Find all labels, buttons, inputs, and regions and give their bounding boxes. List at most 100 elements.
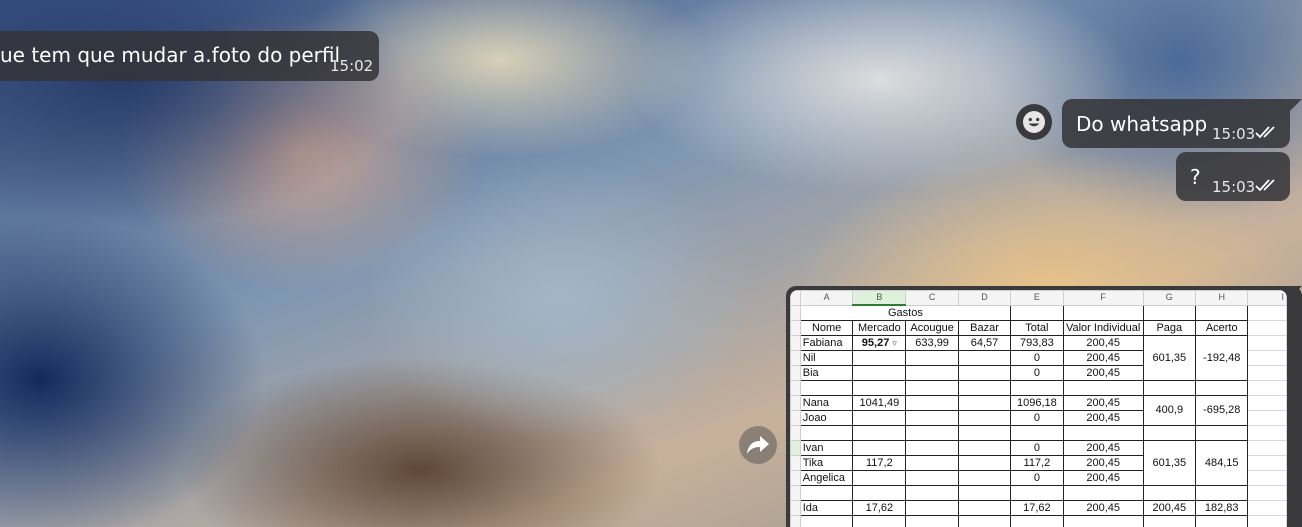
column-header[interactable]: C: [905, 290, 959, 306]
header-cell: Nome: [799, 320, 854, 336]
row-number: [790, 395, 801, 411]
name-cell: Angelica: [799, 470, 854, 486]
column-header[interactable]: A: [799, 290, 854, 306]
row-number: [790, 320, 801, 336]
mercado-value: 95,27: [861, 336, 890, 349]
acerto-cell: -192,48: [1194, 335, 1249, 381]
total-cell: 0: [1010, 350, 1064, 366]
double-check-icon: [1255, 126, 1275, 139]
header-cell: Acerto: [1194, 320, 1249, 336]
name-cell: Nana: [799, 395, 854, 411]
total-cell: 1096,18: [1010, 395, 1064, 411]
name-cell: Nil: [799, 350, 854, 366]
table-row: [790, 380, 1287, 396]
paga-cell: 601,35: [1142, 335, 1196, 381]
incoming-message-bubble[interactable]: ue tem que mudar a.foto do perfil 15:02: [0, 31, 379, 81]
table-row: [790, 515, 1287, 527]
message-time: 15:02: [330, 57, 374, 75]
column-header[interactable]: G: [1142, 290, 1196, 306]
total-cell: 0: [1010, 365, 1064, 381]
header-cell: Total: [1010, 320, 1064, 336]
header-cell: Paga: [1142, 320, 1196, 336]
row-number: [790, 440, 801, 456]
valor-cell: 200,45: [1062, 500, 1144, 516]
name-cell: Tika: [799, 455, 854, 471]
row-number: [790, 500, 801, 516]
row-number: [790, 304, 801, 321]
header-cell: Bazar: [957, 320, 1012, 336]
column-header[interactable]: B: [852, 290, 907, 306]
header-cell: Valor Individual: [1062, 320, 1144, 336]
outgoing-message-bubble[interactable]: Do whatsapp 15:03: [1062, 99, 1290, 148]
row-number: [790, 350, 801, 366]
total-cell: 0: [1010, 470, 1064, 486]
paga-cell: 601,35: [1142, 440, 1196, 486]
header-cell: Acougue: [905, 320, 959, 336]
total-cell: 0: [1010, 440, 1064, 456]
name-cell: Ivan: [799, 440, 854, 456]
column-header[interactable]: D: [957, 290, 1012, 306]
row-number: [790, 335, 801, 351]
corner-cell: [790, 290, 801, 306]
column-header[interactable]: F: [1062, 290, 1144, 306]
column-header-row: A B C D E F G H I: [790, 290, 1287, 306]
smiley-face-icon: [1023, 111, 1045, 133]
column-header[interactable]: E: [1010, 290, 1064, 306]
paga-cell: 200,45: [1142, 500, 1196, 516]
table-row: Gastos: [790, 304, 1287, 321]
table-row: Fabiana 95,27 ▿ 633,99 64,57 793,83 200,…: [790, 335, 1287, 381]
double-check-icon: [1255, 179, 1275, 192]
name-cell: Ida: [799, 500, 854, 516]
spreadsheet-image: A B C D E F G H I Gastos Nome Mercado Ac…: [790, 290, 1287, 527]
acerto-cell: 182,83: [1194, 500, 1249, 516]
paga-cell: 400,9: [1142, 395, 1196, 426]
column-header[interactable]: I: [1247, 290, 1287, 306]
valor-cell: 200,45: [1062, 350, 1144, 366]
header-cell: Mercado: [852, 320, 907, 336]
message-text: ?: [1190, 165, 1201, 189]
column-header[interactable]: H: [1194, 290, 1249, 306]
outgoing-message-bubble[interactable]: ? 15:03: [1176, 152, 1290, 201]
mercado-cell: 17,62: [852, 500, 907, 516]
spreadsheet-grid: A B C D E F G H I Gastos Nome Mercado Ac…: [790, 290, 1287, 527]
valor-cell: 200,45: [1062, 455, 1144, 471]
valor-cell: 200,45: [1062, 470, 1144, 486]
name-cell: Bia: [799, 365, 854, 381]
mercado-cell: 1041,49: [852, 395, 907, 411]
total-cell: 117,2: [1010, 455, 1064, 471]
table-row: [790, 425, 1287, 441]
bubble-tail: [1292, 286, 1302, 296]
valor-cell: 200,45: [1062, 365, 1144, 381]
valor-cell: 200,45: [1062, 440, 1144, 456]
row-number: [790, 470, 801, 486]
valor-cell: 200,45: [1062, 410, 1144, 426]
acerto-cell: -695,28: [1194, 395, 1249, 426]
total-cell: 0: [1010, 410, 1064, 426]
message-text: Do whatsapp: [1076, 112, 1208, 136]
total-cell: 793,83: [1010, 335, 1064, 351]
message-time: 15:03: [1212, 178, 1256, 196]
mercado-cell: 117,2: [852, 455, 907, 471]
row-number: [790, 365, 801, 381]
filter-icon: ▿: [892, 337, 897, 348]
message-text: ue tem que mudar a.foto do perfil: [0, 43, 341, 67]
message-time: 15:03: [1212, 125, 1256, 143]
mercado-cell[interactable]: 95,27 ▿: [852, 335, 907, 351]
table-row: Nana 1041,49 1096,18 200,45 400,9 -695,2…: [790, 395, 1287, 426]
gastos-title: Gastos: [799, 304, 1012, 321]
table-row: [790, 485, 1287, 501]
valor-cell: 200,45: [1062, 335, 1144, 351]
bubble-tail: [1290, 99, 1302, 111]
avatar[interactable]: [1016, 104, 1052, 140]
total-cell: 17,62: [1010, 500, 1064, 516]
acerto-cell: 484,15: [1194, 440, 1249, 486]
forward-button[interactable]: [739, 426, 777, 464]
name-cell: Joao: [799, 410, 854, 426]
row-number: [790, 410, 801, 426]
table-row: Ida 17,62 17,62 200,45 200,45 182,83: [790, 500, 1287, 516]
table-row: Ivan 0 200,45 601,35 484,15: [790, 440, 1287, 486]
name-cell: Fabiana: [799, 335, 854, 351]
image-message[interactable]: A B C D E F G H I Gastos Nome Mercado Ac…: [786, 286, 1302, 527]
forward-arrow-icon: [747, 436, 769, 454]
acougue-cell: 633,99: [905, 335, 959, 351]
